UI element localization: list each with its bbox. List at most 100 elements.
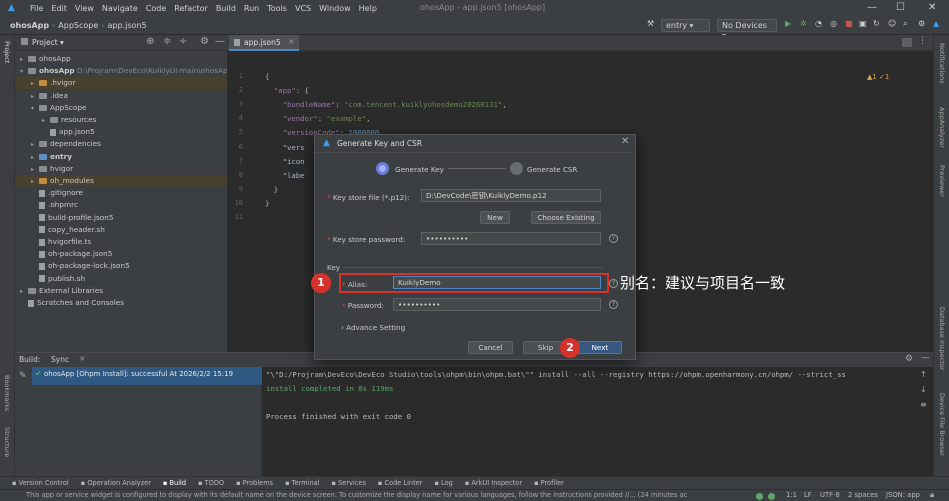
indent-setting[interactable]: 2 spaces: [848, 491, 878, 499]
expand-arrow-icon[interactable]: ▸: [31, 139, 39, 150]
menu-window[interactable]: Window: [319, 4, 351, 13]
alias-help-icon[interactable]: ?: [609, 279, 618, 288]
inspection-widget[interactable]: ▲1 ✓1: [867, 73, 889, 81]
tree-item[interactable]: ▸ ohosApp: [15, 53, 227, 64]
expand-arrow-icon[interactable]: ▸: [31, 91, 39, 102]
bottom-tab-version-control[interactable]: ▪ Version Control: [12, 479, 69, 487]
caret-position[interactable]: 1:1: [786, 491, 797, 499]
code-line[interactable]: }: [265, 185, 278, 194]
stop-icon[interactable]: ■: [845, 19, 853, 28]
scroll-down-icon[interactable]: ↓: [920, 385, 927, 394]
search-icon[interactable]: ⌕: [903, 19, 907, 29]
breadcrumb-appscope[interactable]: AppScope: [58, 21, 98, 30]
hide-panel-icon[interactable]: —: [215, 36, 225, 47]
tree-item[interactable]: ▸ hvigor: [15, 163, 227, 174]
key-password-input[interactable]: ••••••••••: [393, 298, 601, 311]
device-select[interactable]: No Devices ▾: [717, 19, 777, 40]
advance-setting-toggle[interactable]: › Advance Setting: [341, 323, 405, 332]
breadcrumb-project[interactable]: ohosApp: [10, 21, 49, 30]
menu-vcs[interactable]: VCS: [295, 4, 311, 13]
menu-file[interactable]: File: [30, 4, 43, 13]
appanalyzer-tool-tab[interactable]: AppAnalyzer: [938, 107, 946, 148]
notifications-tool-tab[interactable]: Notifications: [938, 43, 946, 84]
tree-item[interactable]: ▸ External Libraries: [15, 285, 227, 296]
bottom-tab-profiler[interactable]: ▪ Profiler: [534, 479, 564, 487]
previewer-tool-tab[interactable]: Previewer: [938, 165, 946, 197]
choose-existing-button[interactable]: Choose Existing: [531, 211, 601, 224]
tree-item[interactable]: ▸ resources: [15, 114, 227, 125]
pin-icon[interactable]: ✎: [19, 371, 27, 381]
split-editor-icon[interactable]: ⋮: [918, 36, 927, 46]
code-line[interactable]: "bundleName": "com.tencent.kuiklyohosdem…: [265, 100, 507, 109]
code-line[interactable]: }: [265, 199, 269, 208]
tree-item[interactable]: ▾ ohosApp D:\Projram\DevEco\KuiklyUI-main…: [15, 65, 228, 77]
bottom-tab-operation-analyzer[interactable]: ▪ Operation Analyzer: [81, 479, 151, 487]
build-settings-gear-icon[interactable]: ⚙: [905, 354, 913, 364]
account-icon[interactable]: ☺: [888, 19, 896, 28]
next-button[interactable]: Next: [578, 341, 622, 354]
tree-item[interactable]: app.json5: [15, 126, 227, 137]
options-gear-icon[interactable]: ⚙: [200, 36, 209, 47]
tree-item[interactable]: Scratches and Consoles: [15, 297, 227, 308]
tree-item[interactable]: oh-package-lock.json5: [15, 260, 227, 271]
build-hide-icon[interactable]: —: [921, 353, 930, 363]
locate-icon[interactable]: ⊕: [146, 36, 154, 47]
code-line[interactable]: "vendor": "example",: [265, 114, 371, 123]
menu-help[interactable]: Help: [359, 4, 377, 13]
code-line[interactable]: "labe: [265, 171, 305, 180]
soft-wrap-icon[interactable]: ≡: [920, 400, 927, 409]
hammer-icon[interactable]: ⚒: [647, 19, 654, 28]
key-password-help-icon[interactable]: ?: [609, 300, 618, 309]
keystore-file-input[interactable]: D:\DevCode\密钥\KuiklyDemo.p12: [421, 189, 601, 202]
expand-arrow-icon[interactable]: ▸: [31, 164, 39, 175]
expand-arrow-icon[interactable]: ▸: [31, 152, 39, 163]
tree-item[interactable]: oh-package.json5: [15, 248, 227, 259]
project-tool-tab[interactable]: Project: [3, 41, 11, 63]
tab-close-icon[interactable]: ×: [288, 37, 295, 46]
expand-arrow-icon[interactable]: ▸: [31, 78, 39, 89]
tree-item[interactable]: copy_header.sh: [15, 224, 227, 235]
bottom-tab-build[interactable]: ▪ Build: [163, 479, 186, 487]
attach-icon[interactable]: ◎: [830, 19, 837, 28]
bottom-tab-terminal[interactable]: ▪ Terminal: [285, 479, 319, 487]
tree-item[interactable]: .gitignore: [15, 187, 227, 198]
build-task-row[interactable]: ✔ ohosApp [Ohpm Install]: successful At …: [32, 367, 262, 385]
tree-item[interactable]: ▸ .idea: [15, 90, 227, 101]
tree-item[interactable]: ▾ AppScope: [15, 102, 227, 113]
tree-item[interactable]: .ohpmrc: [15, 199, 227, 210]
new-keystore-button[interactable]: New: [480, 211, 510, 224]
expand-arrow-icon[interactable]: ▸: [42, 115, 50, 126]
keystore-password-help-icon[interactable]: ?: [609, 234, 618, 243]
settings-icon[interactable]: ⚙: [918, 19, 925, 28]
tree-item[interactable]: build-profile.json5: [15, 212, 227, 223]
code-line[interactable]: "icon: [265, 157, 305, 166]
bottom-tab-problems[interactable]: ▪ Problems: [236, 479, 273, 487]
bottom-tab-log[interactable]: ▪ Log: [434, 479, 452, 487]
device-manager-icon[interactable]: ▣: [859, 19, 867, 28]
menu-view[interactable]: View: [75, 4, 94, 13]
sync-icon[interactable]: ↻: [873, 19, 880, 28]
menu-run[interactable]: Run: [244, 4, 259, 13]
expand-arrow-icon[interactable]: ▾: [20, 66, 28, 77]
lock-icon[interactable]: 🔒︎: [930, 490, 934, 500]
database-inspector-tool-tab[interactable]: Database Inspector: [938, 307, 946, 370]
menu-navigate[interactable]: Navigate: [102, 4, 138, 13]
tree-item[interactable]: hvigorfile.ts: [15, 236, 227, 247]
run-icon[interactable]: ▶: [785, 19, 791, 28]
profile-icon[interactable]: ◔: [815, 19, 822, 28]
tree-item[interactable]: ▸ dependencies: [15, 138, 227, 149]
code-line[interactable]: "vers: [265, 143, 305, 152]
expand-icon[interactable]: ÷: [179, 36, 187, 47]
editor-tab-app-json5[interactable]: app.json5 ×: [229, 35, 299, 51]
tree-item[interactable]: publish.sh: [15, 273, 227, 284]
sync-tab-close-icon[interactable]: ×: [79, 354, 86, 363]
tree-item[interactable]: ▸ entry: [15, 151, 227, 162]
file-encoding[interactable]: UTF-8: [820, 491, 840, 499]
minimize-icon[interactable]: —: [867, 2, 877, 13]
code-line[interactable]: {: [265, 72, 269, 81]
bookmarks-tool-tab[interactable]: Bookmarks: [3, 375, 11, 411]
expand-arrow-icon[interactable]: ▸: [20, 286, 28, 297]
menu-edit[interactable]: Edit: [51, 4, 67, 13]
debug-icon[interactable]: ✲: [800, 19, 807, 28]
dialog-close-icon[interactable]: ✕: [621, 136, 629, 147]
